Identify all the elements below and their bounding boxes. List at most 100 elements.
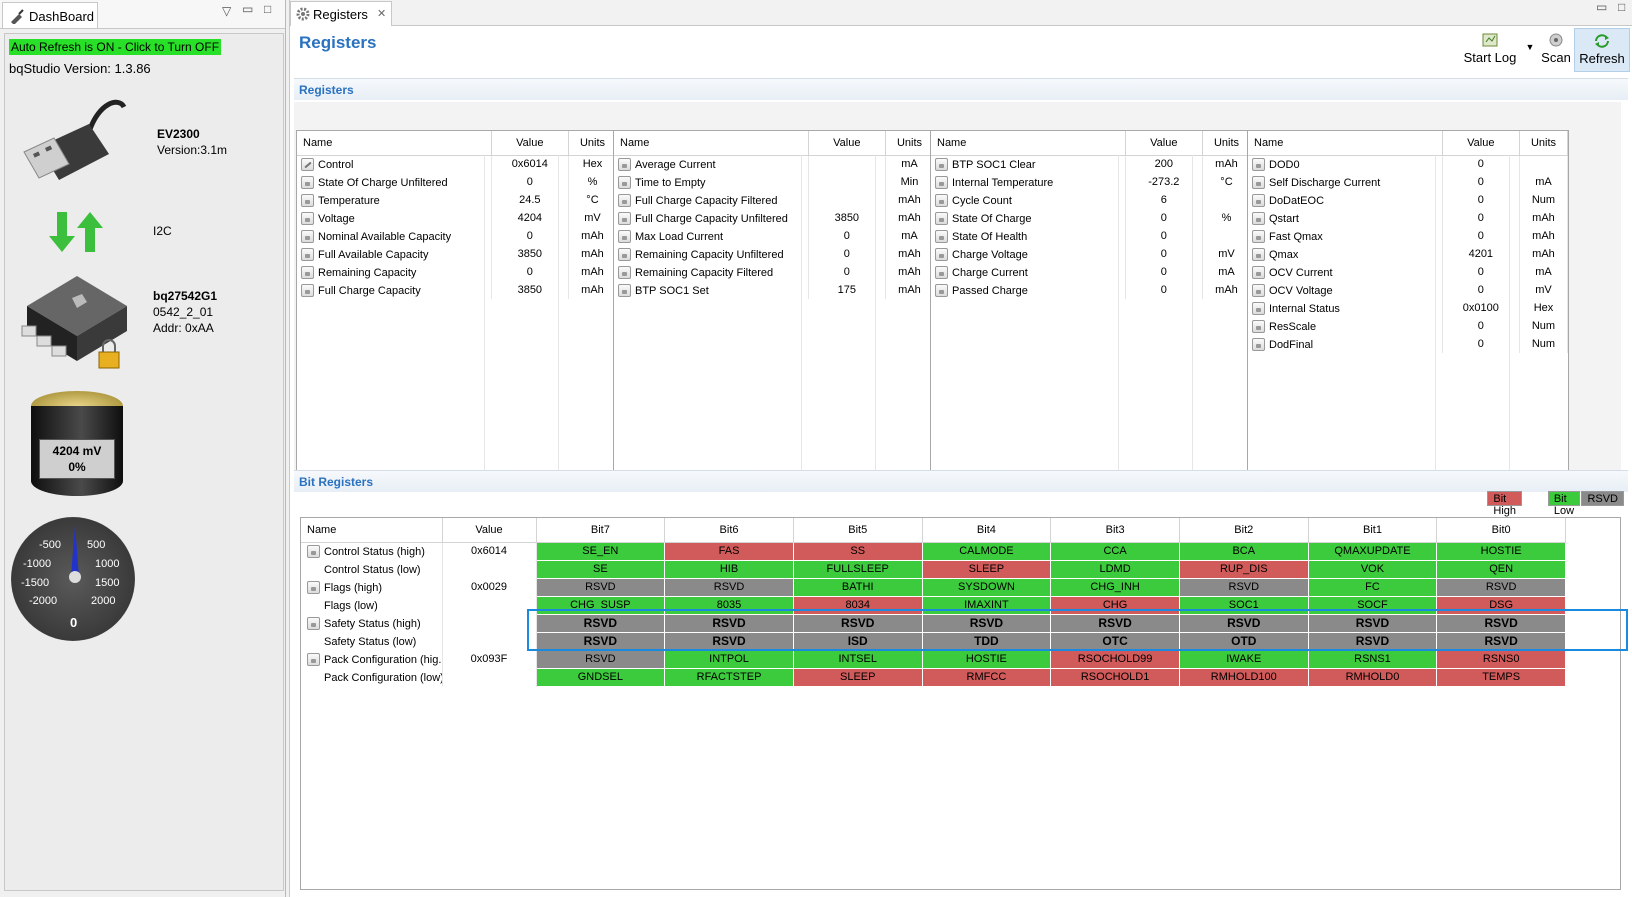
maximize-icon[interactable]: □ [264,2,271,16]
lock-icon[interactable] [1252,229,1265,243]
column-header-units[interactable]: Units [885,131,935,156]
lock-icon[interactable] [618,229,631,243]
registers-tab[interactable]: Registers ✕ [290,1,392,26]
column-header-value[interactable]: Value [1442,131,1520,156]
column-header[interactable]: Bit0 [1436,518,1566,543]
lock-icon[interactable] [307,652,320,666]
bit-cell[interactable]: 8034 [793,596,923,615]
bit-cell[interactable]: RSVD [536,578,666,597]
bit-cell[interactable]: RSVD [1179,578,1309,597]
refresh-button[interactable]: Refresh [1574,28,1630,72]
lock-icon[interactable] [1252,319,1265,333]
lock-icon[interactable] [618,211,631,225]
lock-icon[interactable] [301,265,314,279]
bit-cell[interactable]: HIB [664,560,794,579]
table-row[interactable]: Remaining Capacity Unfiltered 0 mAh [614,245,935,263]
bit-cell[interactable]: BCA [1179,542,1309,561]
bit-cell[interactable]: IMAXINT [922,596,1052,615]
table-row[interactable]: DOD0 0 [1248,155,1569,173]
table-row[interactable]: DoDatEOC 0 Num [1248,191,1569,209]
bit-cell[interactable]: SE_EN [536,542,666,561]
bit-cell[interactable]: RSVD [1436,614,1566,633]
column-header-units[interactable]: Units [1202,131,1252,156]
bit-cell[interactable]: RSVD [922,614,1052,633]
table-row[interactable]: Remaining Capacity Filtered 0 mAh [614,263,935,281]
bit-cell[interactable]: TEMPS [1436,668,1566,687]
bit-cell[interactable]: RSVD [664,632,794,651]
bit-cell[interactable]: RSOCHOLD1 [1050,668,1180,687]
lock-icon[interactable] [935,229,948,243]
column-header[interactable]: Bit1 [1308,518,1438,543]
dashboard-tab[interactable]: DashBoard [2,2,98,28]
minimize-icon[interactable]: ▭ [242,2,253,16]
bit-cell[interactable]: FAS [664,542,794,561]
bit-cell[interactable]: RSVD [1050,614,1180,633]
table-row[interactable]: OCV Current 0 mA [1248,263,1569,281]
bit-cell[interactable]: RUP_DIS [1179,560,1309,579]
bit-cell[interactable]: SE [536,560,666,579]
lock-icon[interactable] [301,211,314,225]
bit-cell[interactable]: RSOCHOLD99 [1050,650,1180,669]
table-row[interactable]: Qmax 4201 mAh [1248,245,1569,263]
table-row[interactable]: Full Available Capacity 3850 mAh [297,245,618,263]
column-header-value[interactable]: Value [1125,131,1203,156]
bit-cell[interactable]: RSVD [664,614,794,633]
lock-icon[interactable] [935,283,948,297]
bit-cell[interactable]: OTC [1050,632,1180,651]
bit-cell[interactable]: CCA [1050,542,1180,561]
maximize-icon[interactable]: □ [1618,0,1625,14]
lock-icon[interactable] [618,283,631,297]
bit-register-row[interactable]: Safety Status (high) RSVD RSVD RSVD RSVD RSVD… [301,614,1566,633]
bit-cell[interactable]: BATHI [793,578,923,597]
column-header-name[interactable]: Name [297,131,492,156]
table-row[interactable]: Cycle Count 6 [931,191,1252,209]
lock-icon[interactable] [307,544,320,558]
bit-cell[interactable]: RSVD [1436,578,1566,597]
lock-icon[interactable] [1252,337,1265,351]
lock-icon[interactable] [301,175,314,189]
column-header-name[interactable]: Name [931,131,1126,156]
view-menu-icon[interactable]: ▽ [222,4,231,18]
bit-cell[interactable]: LDMD [1050,560,1180,579]
table-row[interactable]: Charge Current 0 mA [931,263,1252,281]
column-header[interactable]: Bit7 [536,518,666,543]
bit-cell[interactable]: RSVD [1308,632,1438,651]
bit-register-row[interactable]: Pack Configuration (hig... 0x093F RSVD INTP… [301,650,1566,669]
lock-icon[interactable] [618,157,631,171]
lock-icon[interactable] [1252,193,1265,207]
bit-register-row[interactable]: Safety Status (low) RSVD RSVD ISD TDD OTC OTD R… [301,632,1566,651]
lock-icon[interactable] [1252,175,1265,189]
lock-icon[interactable] [935,193,948,207]
lock-icon[interactable] [935,211,948,225]
bit-cell[interactable]: INTSEL [793,650,923,669]
bit-cell[interactable]: QEN [1436,560,1566,579]
bit-cell[interactable]: CHG_INH [1050,578,1180,597]
table-row[interactable]: BTP SOC1 Set 175 mAh [614,281,935,299]
table-row[interactable]: Internal Temperature -273.2 °C [931,173,1252,191]
bit-cell[interactable]: RSVD [1308,614,1438,633]
table-row[interactable]: OCV Voltage 0 mV [1248,281,1569,299]
table-row[interactable]: State Of Health 0 [931,227,1252,245]
table-row[interactable]: Self Discharge Current 0 mA [1248,173,1569,191]
column-header[interactable]: Bit3 [1050,518,1180,543]
bit-cell[interactable]: ISD [793,632,923,651]
close-tab-icon[interactable]: ✕ [377,7,386,20]
table-row[interactable]: Remaining Capacity 0 mAh [297,263,618,281]
bit-cell[interactable]: RSNS1 [1308,650,1438,669]
lock-icon[interactable] [1252,301,1265,315]
lock-icon[interactable] [618,175,631,189]
table-row[interactable]: Voltage 4204 mV [297,209,618,227]
lock-icon[interactable] [935,265,948,279]
table-row[interactable]: Full Charge Capacity Unfiltered 3850 mAh [614,209,935,227]
bit-register-row[interactable]: Flags (low) CHG_SUSP 8035 8034 IMAXINT CHG SOC… [301,596,1566,615]
lock-icon[interactable] [307,580,320,594]
table-row[interactable]: Max Load Current 0 mA [614,227,935,245]
bit-cell[interactable]: RFACTSTEP [664,668,794,687]
bit-cell[interactable]: RSVD [664,578,794,597]
table-row[interactable]: Internal Status 0x0100 Hex [1248,299,1569,317]
bit-cell[interactable]: IWAKE [1179,650,1309,669]
table-row[interactable]: Passed Charge 0 mAh [931,281,1252,299]
column-header[interactable]: Value [442,518,537,543]
column-header[interactable]: Bit4 [922,518,1052,543]
table-row[interactable]: BTP SOC1 Clear 200 mAh [931,155,1252,173]
